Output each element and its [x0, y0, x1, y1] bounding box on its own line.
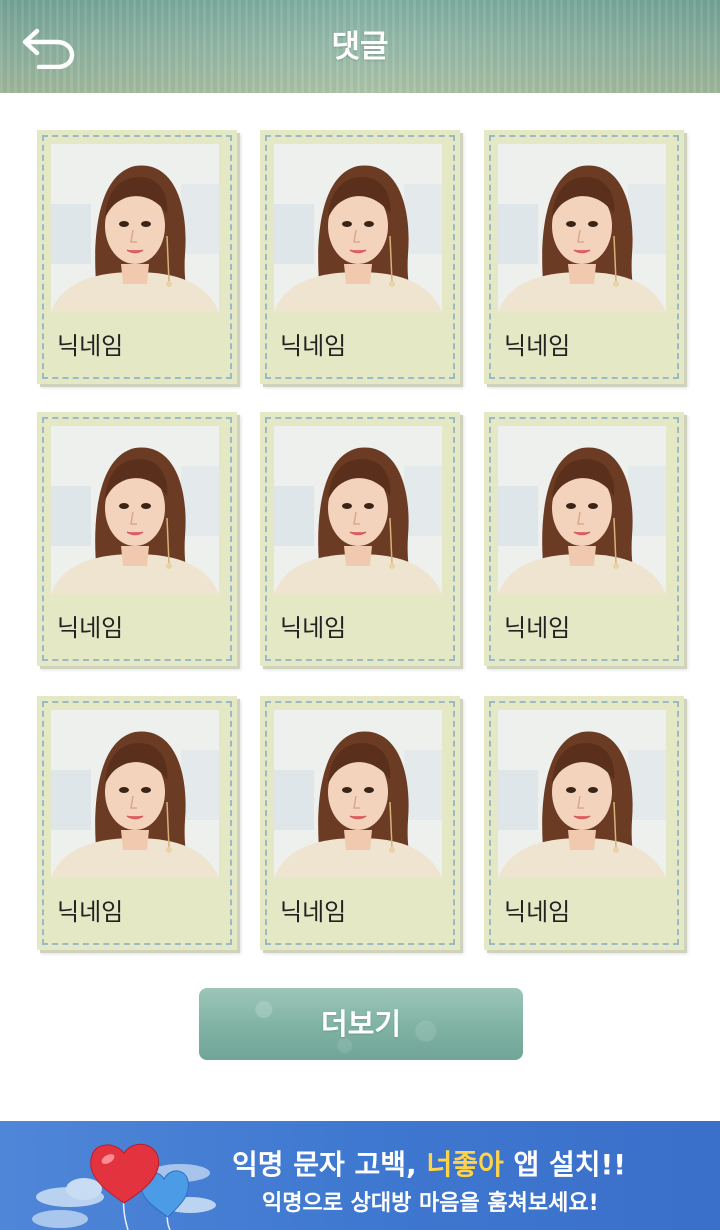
page-title: 댓글 — [331, 29, 389, 65]
balloon-hearts-icon — [32, 1143, 216, 1230]
profile-card[interactable]: 닉네임 — [37, 130, 237, 384]
profile-photo — [274, 710, 442, 878]
nickname-label: 닉네임 — [57, 614, 124, 642]
profile-card[interactable]: 닉네임 — [484, 696, 684, 950]
banner-brand-name: 너좋아 — [426, 1148, 504, 1181]
profile-photo — [274, 144, 442, 312]
nickname-label: 닉네임 — [504, 614, 571, 642]
profile-photo — [51, 426, 219, 594]
ad-banner[interactable]: 익명 문자 고백, 너좋아 앱 설치!! 익명으로 상대방 마음을 훔쳐보세요! — [0, 1121, 720, 1230]
profile-grid: 닉네임 닉네임 닉네임 닉네임 닉네임 닉네임 닉네임 닉네임 닉네임 — [0, 0, 720, 1000]
nickname-label: 닉네임 — [57, 898, 124, 926]
banner-headline-suffix: 앱 설치!! — [513, 1148, 627, 1181]
profile-card[interactable]: 닉네임 — [484, 130, 684, 384]
nickname-label: 닉네임 — [57, 332, 124, 360]
profile-card[interactable]: 닉네임 — [260, 130, 460, 384]
profile-photo — [51, 144, 219, 312]
banner-subtext: 익명으로 상대방 마음을 훔쳐보세요! — [262, 1191, 599, 1216]
nickname-label: 닉네임 — [280, 332, 347, 360]
profile-photo — [498, 144, 666, 312]
profile-photo — [498, 426, 666, 594]
more-button[interactable]: 더보기 — [199, 988, 523, 1060]
nickname-label: 닉네임 — [280, 898, 347, 926]
banner-headline-prefix: 익명 문자 고백, — [232, 1148, 417, 1181]
profile-photo — [274, 426, 442, 594]
profile-photo — [498, 710, 666, 878]
profile-card[interactable]: 닉네임 — [484, 412, 684, 666]
banner-headline: 익명 문자 고백, 너좋아 앱 설치!! — [232, 1143, 626, 1183]
profile-card[interactable]: 닉네임 — [260, 412, 460, 666]
nickname-label: 닉네임 — [504, 332, 571, 360]
nickname-label: 닉네임 — [504, 898, 571, 926]
profile-photo — [51, 710, 219, 878]
profile-card[interactable]: 닉네임 — [260, 696, 460, 950]
profile-card[interactable]: 닉네임 — [37, 412, 237, 666]
profile-card[interactable]: 닉네임 — [37, 696, 237, 950]
nickname-label: 닉네임 — [280, 614, 347, 642]
